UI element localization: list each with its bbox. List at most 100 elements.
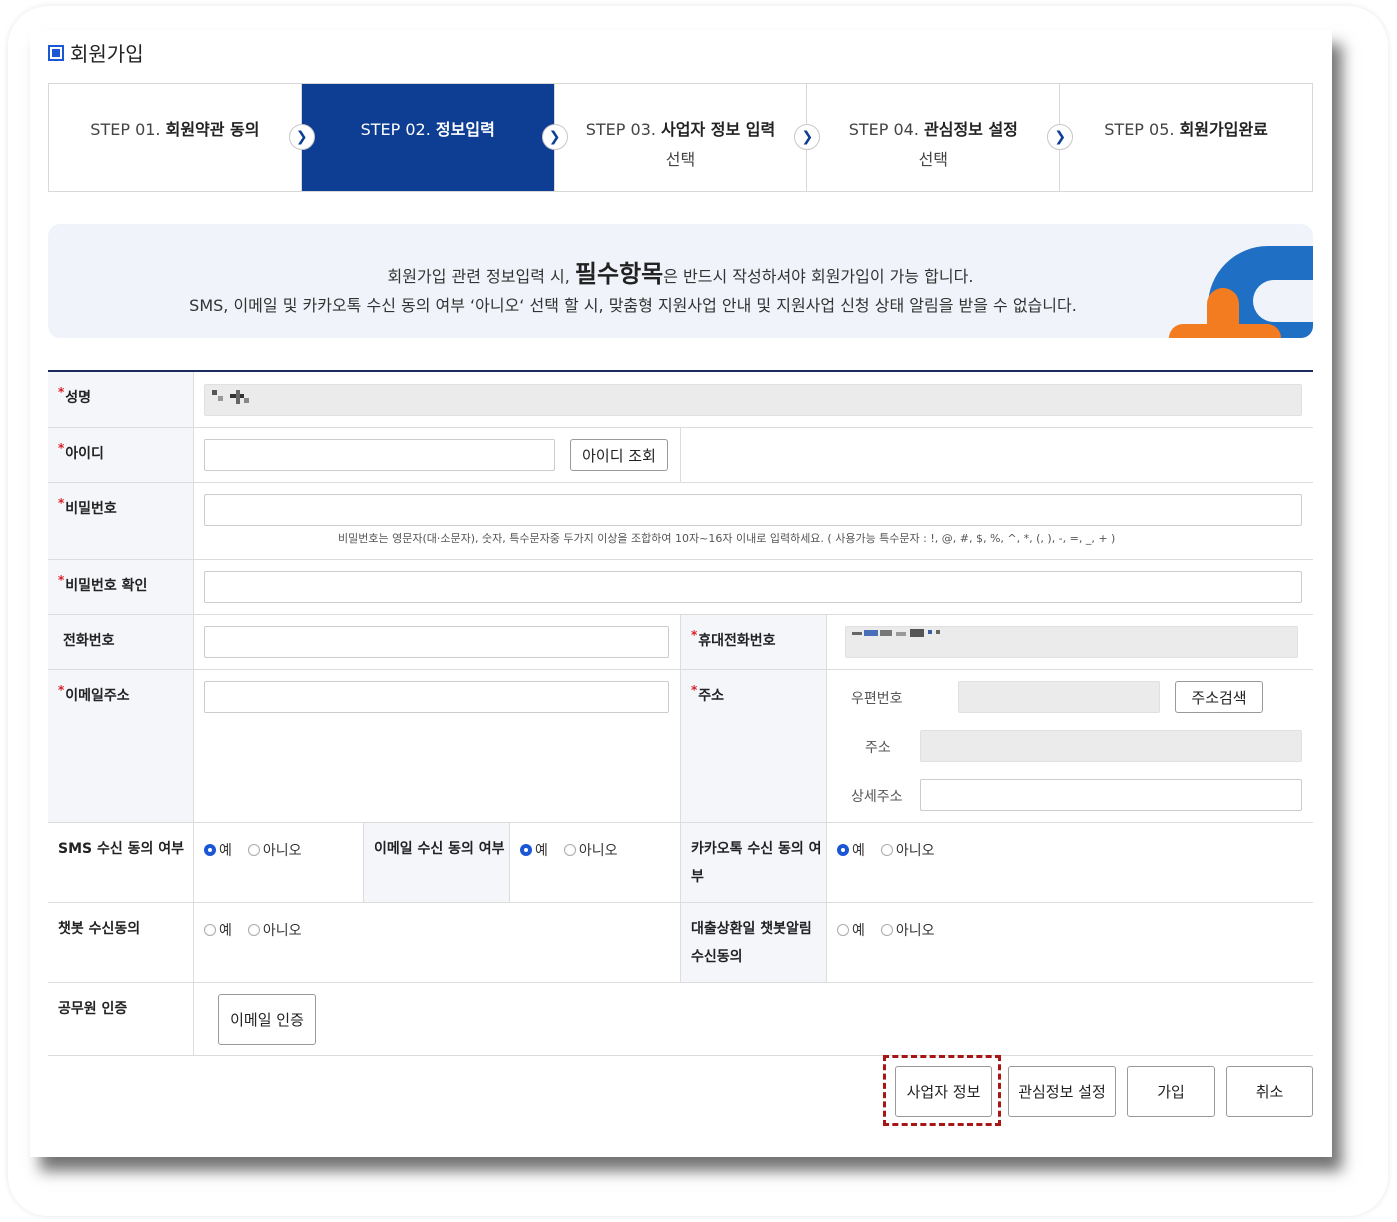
divider [509, 823, 510, 902]
row-official: 공무원 인증 이메일 인증 [48, 983, 1313, 1056]
radio-empty-icon[interactable] [247, 924, 260, 936]
email-consent-no-option[interactable]: 아니오 [563, 840, 618, 860]
phone-input[interactable] [204, 626, 669, 658]
kakao-no-option[interactable]: 아니오 [880, 840, 935, 860]
id-check-button[interactable]: 아이디 조회 [570, 439, 668, 471]
mobile-label: *휴대전화번호 [681, 615, 826, 669]
step-1-name: 회원약관 동의 [165, 120, 260, 139]
row-consent: SMS 수신 동의 여부 예 아니오 이메일 수신 동의 여부 예 아니오 카카… [48, 823, 1313, 903]
step-5-name: 회원가입완료 [1179, 120, 1268, 139]
email-verify-button[interactable]: 이메일 인증 [218, 994, 316, 1045]
row-email-address: *이메일주소 * 주소 우편번호 주소검색 주소 상세주소 [48, 670, 1313, 823]
id-label-text: 아이디 [65, 446, 104, 462]
step-3: STEP 03. 사업자 정보 입력 선택 ❯ [555, 84, 821, 191]
row-password-confirm: *비밀번호 확인 [48, 560, 1313, 615]
radio-checked-icon[interactable] [204, 844, 216, 856]
password-label: *비밀번호 [48, 483, 193, 559]
password-confirm-label: *비밀번호 확인 [48, 560, 193, 614]
mask-pixel [236, 390, 240, 404]
kakao-yes-option[interactable]: 예 [837, 840, 865, 860]
kakao-label: 카카오톡 수신 동의 여부 [681, 823, 826, 902]
chatbot-label: 챗봇 수신동의 [48, 903, 193, 982]
name-label-text: 성명 [65, 390, 92, 406]
address-search-button[interactable]: 주소검색 [1175, 681, 1263, 713]
step-3-sub: 선택 [665, 150, 696, 169]
required-mark: * [58, 683, 65, 697]
zipcode-field [958, 681, 1160, 713]
sms-yes-option[interactable]: 예 [204, 840, 232, 860]
loan-chatbot-label-text: 대출상환일 챗봇알림 수신동의 [691, 921, 812, 965]
row-phone: 전화번호 *휴대전화번호 [48, 615, 1313, 670]
step-2: STEP 02. 정보입력 ❯ [301, 84, 568, 191]
step-4-name: 관심정보 설정 [924, 120, 1018, 139]
mask-pixel [880, 630, 892, 636]
mask-pixel [910, 629, 924, 637]
cancel-button[interactable]: 취소 [1226, 1066, 1313, 1117]
radio-empty-icon[interactable] [880, 844, 893, 856]
loan-chatbot-label: 대출상환일 챗봇알림 수신동의 [681, 903, 826, 982]
required-mark: * [58, 441, 65, 455]
sms-label: SMS 수신 동의 여부 [48, 823, 193, 902]
official-label: 공무원 인증 [48, 983, 193, 1055]
password-input[interactable] [204, 494, 1302, 526]
no-label: 아니오 [895, 843, 935, 859]
radio-empty-icon[interactable] [563, 844, 576, 856]
radio-empty-icon[interactable] [880, 924, 893, 936]
yes-label: 예 [219, 923, 232, 939]
required-mark: * [58, 385, 65, 399]
decoration-shape [1169, 324, 1281, 338]
mask-pixel [928, 630, 932, 634]
radio-empty-icon[interactable] [837, 924, 849, 936]
radio-checked-icon[interactable] [520, 844, 532, 856]
loan-chatbot-no-option[interactable]: 아니오 [880, 920, 935, 940]
divider [193, 670, 194, 822]
address-detail-input[interactable] [920, 779, 1302, 811]
step-3-name: 사업자 정보 입력 [661, 120, 776, 139]
radio-empty-icon[interactable] [247, 844, 260, 856]
email-consent-yes-option[interactable]: 예 [520, 840, 548, 860]
no-label: 아니오 [262, 843, 302, 859]
mobile-label-text: 휴대전화번호 [698, 633, 776, 649]
radio-empty-icon[interactable] [204, 924, 216, 936]
step-5: STEP 05. 회원가입완료 [1060, 84, 1312, 191]
address-detail-label: 상세주소 [851, 789, 903, 805]
address-label-text: 주소 [698, 688, 725, 704]
required-mark: * [58, 573, 65, 587]
divider [193, 615, 194, 669]
step-4-sub: 선택 [918, 150, 949, 169]
chatbot-yes-option[interactable]: 예 [204, 920, 232, 940]
password-hint: 비밀번호는 영문자(대·소문자), 숫자, 특수문자중 두가지 이상을 조합하여… [338, 532, 1116, 545]
join-button[interactable]: 가입 [1127, 1066, 1215, 1117]
row-id: *아이디 아이디 조회 [48, 428, 1313, 483]
email-consent-label: 이메일 수신 동의 여부 [364, 823, 509, 902]
notice-line-2: SMS, 이메일 및 카카오톡 수신 동의 여부 ‘아니오‘ 선택 할 시, 맞… [189, 296, 1077, 315]
phone-label: 전화번호 [48, 615, 193, 669]
interest-settings-button[interactable]: 관심정보 설정 [1008, 1066, 1116, 1117]
id-label: *아이디 [48, 428, 193, 482]
address-field [920, 730, 1302, 762]
email-input[interactable] [204, 681, 669, 713]
address-field-label: 주소 [865, 740, 891, 756]
step-2-name: 정보입력 [435, 120, 495, 139]
email-label: *이메일주소 [48, 670, 193, 822]
radio-checked-icon[interactable] [837, 844, 849, 856]
chatbot-no-option[interactable]: 아니오 [247, 920, 302, 940]
email-label-text: 이메일주소 [65, 688, 130, 704]
kakao-radio-group: 예 아니오 [837, 840, 951, 860]
step-3-number: STEP 03. [585, 120, 656, 139]
mask-pixel [864, 630, 878, 636]
zipcode-label: 우편번호 [851, 691, 903, 707]
chatbot-radio-group: 예 아니오 [204, 920, 318, 940]
step-4: STEP 04. 관심정보 설정 선택 ❯ [807, 84, 1074, 191]
yes-label: 예 [219, 843, 232, 859]
sms-label-text: SMS 수신 동의 여부 [58, 841, 184, 857]
divider [680, 428, 681, 482]
name-label: *성명 [48, 372, 193, 427]
sms-no-option[interactable]: 아니오 [247, 840, 302, 860]
password-confirm-input[interactable] [204, 571, 1302, 603]
loan-chatbot-yes-option[interactable]: 예 [837, 920, 865, 940]
kakao-label-text: 카카오톡 수신 동의 여부 [691, 841, 822, 885]
row-chatbot: 챗봇 수신동의 예 아니오 대출상환일 챗봇알림 수신동의 예 아니오 [48, 903, 1313, 983]
id-input[interactable] [204, 439, 555, 471]
divider [826, 903, 827, 982]
